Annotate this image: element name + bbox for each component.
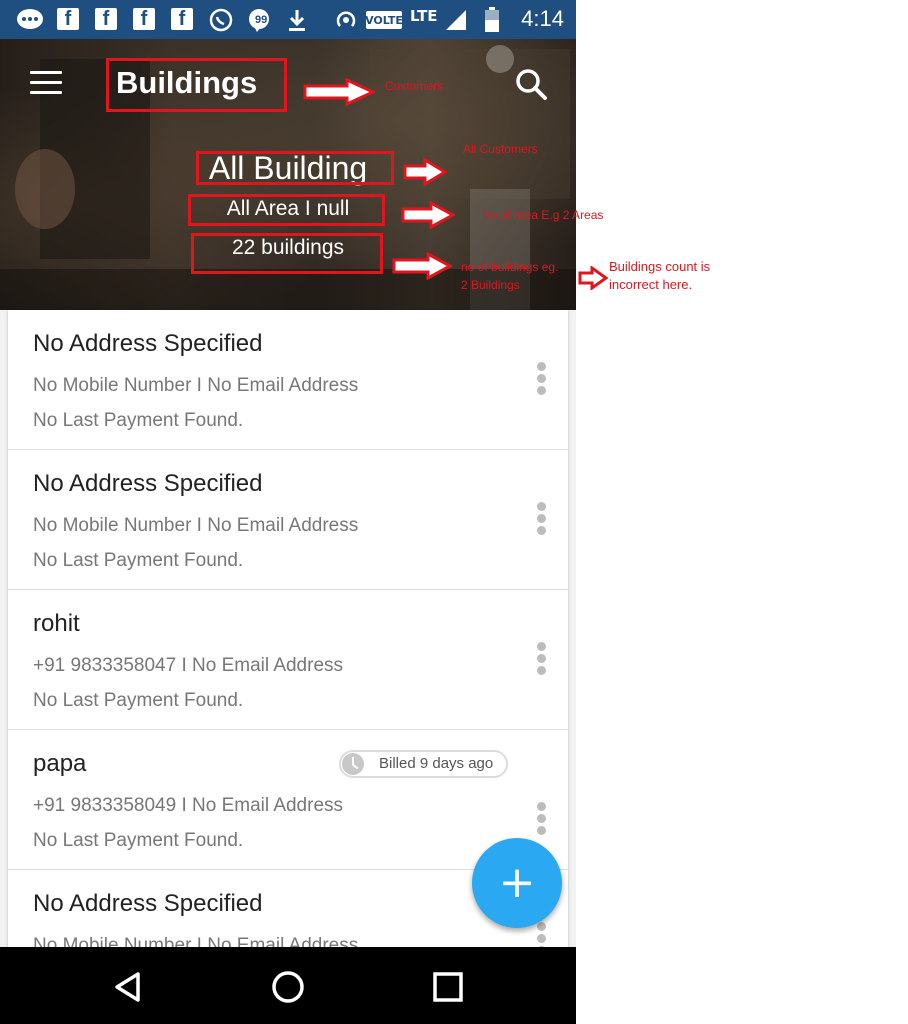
facebook-icon: f [171, 8, 193, 30]
phone-screen: f f f f 99 VOLTE LTE 4:14 Buildings All … [0, 0, 576, 1024]
back-icon[interactable] [110, 969, 146, 1005]
item-contact: +91 9833358049 I No Email Address [33, 795, 344, 816]
lte-label: LTE [410, 7, 438, 25]
facebook-icon: f [57, 8, 79, 30]
signal-icon [444, 8, 468, 32]
facebook-icon: f [95, 8, 117, 30]
navigation-bar [0, 947, 576, 1024]
page-title: Buildings [116, 65, 258, 100]
whatsapp-icon [209, 8, 233, 32]
clock-time: 4:14 [521, 6, 564, 31]
clock-icon [342, 753, 364, 775]
annotation-incorrect-count: Buildings count is [609, 259, 711, 274]
menu-icon[interactable] [30, 71, 62, 95]
add-building-button[interactable]: + [472, 838, 562, 928]
status-bar: f f f f 99 VOLTE LTE 4:14 [0, 0, 576, 39]
more-options-icon[interactable] [535, 642, 547, 678]
item-title: No Address Specified [33, 470, 263, 497]
item-payment: No Last Payment Found. [33, 410, 244, 431]
home-icon[interactable] [270, 969, 306, 1005]
item-title: No Address Specified [33, 330, 263, 357]
more-options-icon[interactable] [535, 922, 547, 947]
item-contact: No Mobile Number I No Email Address [33, 515, 359, 536]
more-options-icon[interactable] [535, 502, 547, 538]
message-icon [16, 8, 44, 32]
item-title: papa [33, 750, 87, 777]
annotation-building-count: no of buildings eg. [461, 260, 559, 274]
list-item[interactable]: rohit +91 9833358047 I No Email Address … [8, 590, 568, 730]
item-contact: No Mobile Number I No Email Address [33, 375, 359, 396]
area-label: All Area I null [226, 197, 350, 220]
facebook-icon: f [133, 8, 155, 30]
battery-icon [484, 7, 500, 32]
building-filter-label[interactable]: All Building [0, 150, 576, 187]
list-item[interactable]: papa Billed 9 days ago +91 9833358049 I … [8, 730, 568, 870]
item-title: No Address Specified [33, 890, 263, 917]
annotation-customers: Customers [385, 79, 444, 93]
recent-apps-icon[interactable] [430, 969, 466, 1005]
volte-badge: VOLTE [365, 11, 403, 29]
item-contact: No Mobile Number I No Email Address [33, 935, 359, 947]
billed-badge-label: Billed 9 days ago [379, 755, 494, 772]
hotspot-icon [334, 8, 358, 32]
building-count-label: 22 buildings [231, 236, 345, 259]
item-payment: No Last Payment Found. [33, 550, 244, 571]
more-options-icon[interactable] [535, 802, 547, 838]
item-payment: No Last Payment Found. [33, 830, 244, 851]
chat-bubble-icon: 99 [248, 8, 270, 32]
annotation-arrow [578, 266, 608, 290]
annotation-incorrect-count-line2: incorrect here. [609, 277, 693, 292]
search-icon[interactable] [514, 67, 548, 101]
download-icon [287, 8, 307, 32]
annotation-arrow [303, 78, 375, 106]
annotation-building-count-example: 2 Buildings [461, 278, 520, 292]
svg-text:99: 99 [255, 14, 267, 26]
billed-badge: Billed 9 days ago [339, 750, 509, 778]
more-options-icon[interactable] [535, 362, 547, 398]
item-title: rohit [33, 610, 80, 637]
list-item[interactable]: No Address Specified No Mobile Number I … [8, 450, 568, 590]
item-contact: +91 9833358047 I No Email Address [33, 655, 344, 676]
item-payment: No Last Payment Found. [33, 690, 244, 711]
plus-icon: + [498, 857, 536, 908]
list-item[interactable]: No Address Specified No Mobile Number I … [8, 310, 568, 450]
